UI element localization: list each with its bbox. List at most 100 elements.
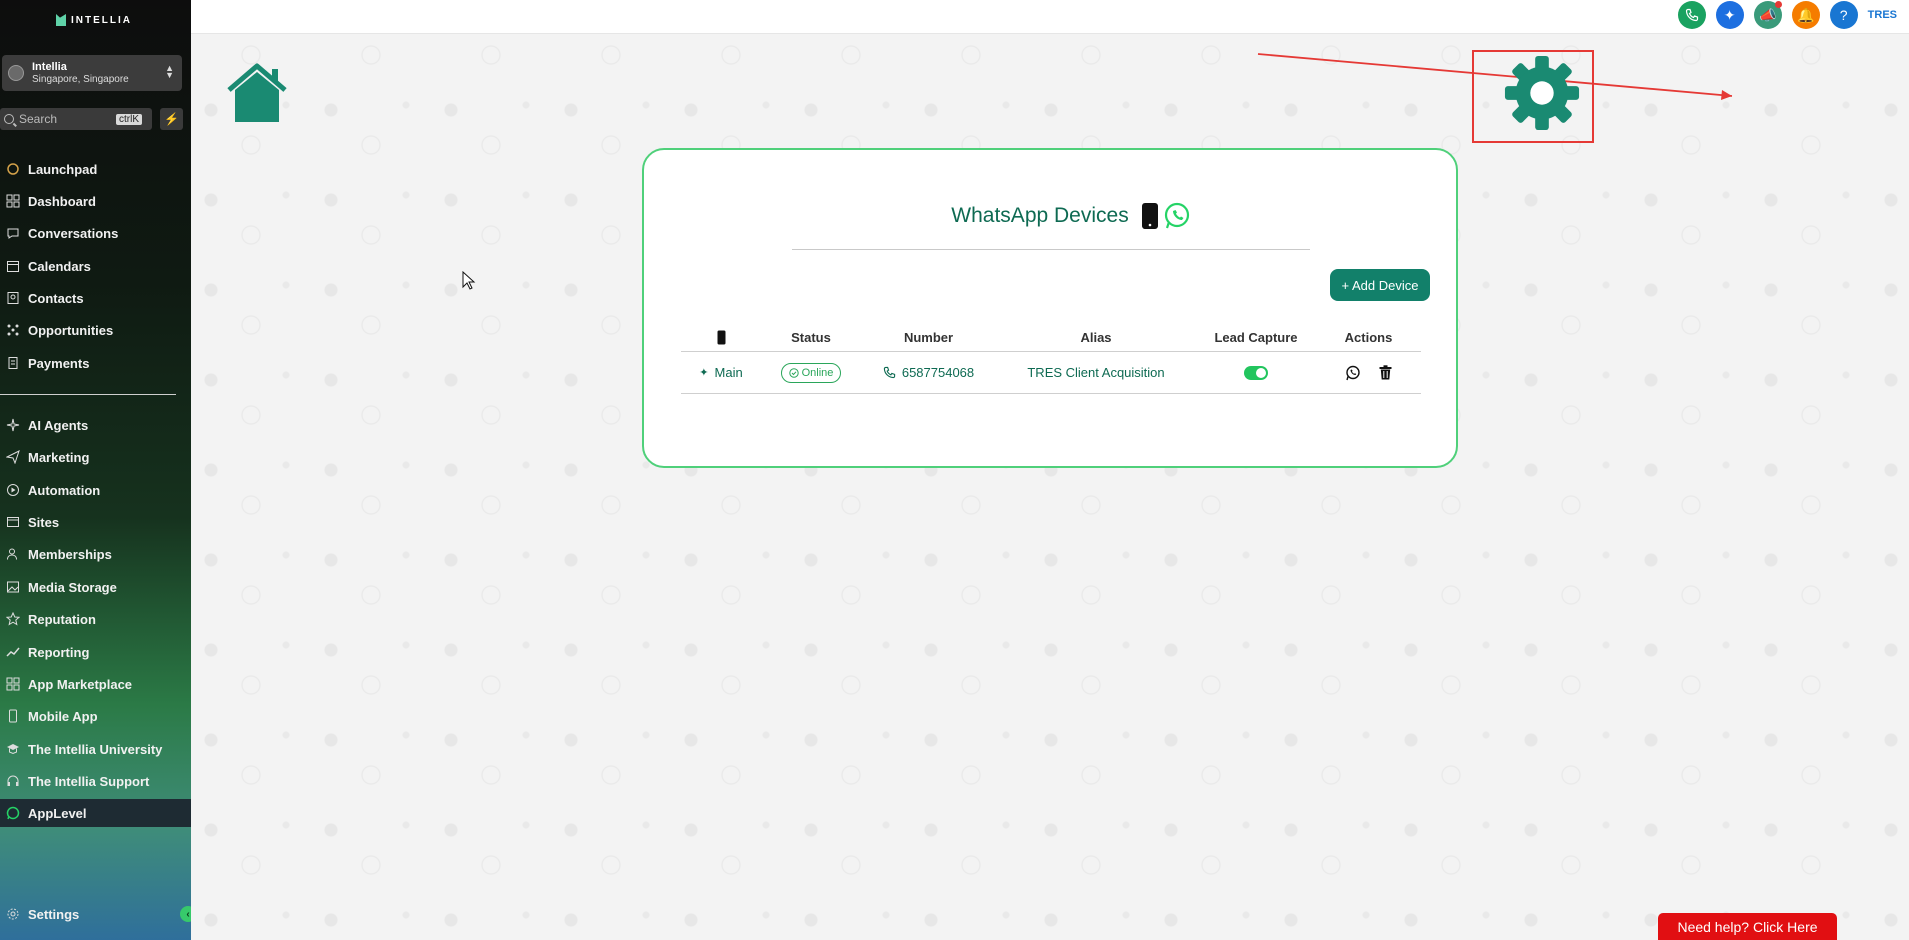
sidebar-item-reputation[interactable]: Reputation — [0, 605, 191, 633]
sidebar-item-settings[interactable]: Settings — [0, 900, 191, 928]
trend-icon — [6, 645, 20, 659]
chat-icon — [6, 226, 20, 240]
sidebar-item-mobile-app[interactable]: Mobile App — [0, 702, 191, 730]
phone-number: 6587754068 — [901, 365, 975, 380]
mobile-icon — [6, 709, 20, 723]
sidebar-item-ai-agents[interactable]: AI Agents — [0, 411, 191, 439]
sparkle-icon: ✦ — [699, 367, 709, 379]
alias-cell: TRES Client Acquisition — [1027, 365, 1165, 380]
sidebar: INTELLIA Intellia Singapore, Singapore ▲… — [0, 0, 196, 940]
actions-cell — [1316, 365, 1421, 381]
sidebar-item-label: Reputation — [28, 611, 96, 627]
sidebar-item-label: Media Storage — [28, 579, 117, 595]
brand-logo[interactable]: INTELLIA — [56, 14, 132, 26]
sidebar-item-automation[interactable]: Automation — [0, 476, 191, 504]
location-subtitle: Singapore, Singapore — [32, 73, 129, 85]
mouse-cursor-icon — [462, 271, 476, 290]
device-name-cell[interactable]: ✦ Main — [681, 365, 761, 380]
send-icon — [6, 450, 20, 464]
lead-capture-toggle[interactable] — [1244, 365, 1268, 380]
phone-icon — [883, 366, 896, 379]
whatsapp-icon — [6, 806, 20, 820]
help-button[interactable]: ? — [1829, 1, 1858, 29]
question-icon: ? — [1839, 7, 1848, 23]
sidebar-item-contacts[interactable]: Contacts — [0, 284, 191, 312]
sidebar-item-applevel[interactable]: AppLevel — [0, 799, 191, 827]
main-content: ✦ 📣 🔔 ? TRES WhatsApp Devices + Add Devi… — [191, 0, 1909, 940]
calendar-icon — [6, 259, 20, 273]
ai-button[interactable]: ✦ — [1715, 1, 1744, 29]
sidebar-item-conversations[interactable]: Conversations — [0, 219, 191, 247]
status-text: Online — [801, 366, 834, 379]
location-switcher[interactable]: Intellia Singapore, Singapore ▲ ▼ — [2, 55, 182, 91]
automation-icon — [6, 483, 20, 497]
contacts-icon — [6, 291, 20, 305]
table-row: ✦ Main Online 6587754068 TRES Client Acq… — [681, 352, 1421, 394]
column-actions: Actions — [1344, 330, 1393, 345]
sidebar-item-label: Automation — [28, 482, 101, 498]
chevron-updown-icon: ▲ ▼ — [165, 63, 174, 80]
location-name: Intellia — [32, 60, 67, 73]
globe-icon — [6, 515, 20, 529]
column-status: Status — [791, 330, 831, 345]
megaphone-icon: 📣 — [1758, 6, 1777, 23]
search-shortcut: ctrlK — [116, 113, 142, 125]
card-title: WhatsApp Devices — [951, 204, 1129, 227]
receipt-icon — [6, 356, 20, 370]
home-icon[interactable] — [225, 60, 289, 124]
rocket-icon — [6, 162, 20, 176]
search-input[interactable] — [19, 112, 114, 126]
card-header: WhatsApp Devices — [644, 202, 1460, 230]
gear-icon — [6, 907, 20, 921]
column-alias: Alias — [1080, 330, 1112, 345]
whatsapp-devices-card: WhatsApp Devices + Add Device Status Num… — [642, 148, 1458, 468]
sidebar-item-label: Opportunities — [28, 322, 114, 338]
sidebar-item-label: Mobile App — [28, 708, 98, 724]
sidebar-item-marketing[interactable]: Marketing — [0, 443, 191, 471]
graduation-cap-icon — [6, 742, 20, 756]
sidebar-item-opportunities[interactable]: Opportunities — [0, 316, 191, 344]
sidebar-item-dashboard[interactable]: Dashboard — [0, 187, 191, 215]
chevron-left-icon: ‹ — [186, 908, 190, 920]
trash-icon[interactable] — [1379, 365, 1392, 380]
title-icons — [1141, 202, 1191, 230]
column-device — [681, 330, 761, 345]
sidebar-item-label: Memberships — [28, 546, 112, 562]
sidebar-item-label: Sites — [28, 514, 60, 530]
sidebar-item-label: Launchpad — [28, 161, 98, 177]
sidebar-item-app-marketplace[interactable]: App Marketplace — [0, 670, 191, 698]
sidebar-item-launchpad[interactable]: Launchpad — [0, 155, 191, 183]
quick-action-button[interactable]: ⚡ — [160, 108, 183, 130]
add-device-button[interactable]: + Add Device — [1330, 269, 1430, 301]
sidebar-item-reporting[interactable]: Reporting — [0, 638, 191, 666]
sidebar-item-media-storage[interactable]: Media Storage — [0, 573, 191, 601]
search-box[interactable]: ctrlK — [0, 108, 152, 130]
apps-icon — [6, 677, 20, 691]
sidebar-item-sites[interactable]: Sites — [0, 508, 191, 536]
image-icon — [6, 580, 20, 594]
sidebar-item-label: App Marketplace — [28, 676, 133, 692]
grid-icon — [6, 194, 20, 208]
lightning-icon: ⚡ — [164, 112, 179, 126]
sidebar-item-calendars[interactable]: Calendars — [0, 252, 191, 280]
location-avatar — [8, 65, 24, 81]
device-name: Main — [714, 365, 743, 380]
opportunities-icon — [6, 323, 20, 337]
announcements-button[interactable]: 📣 — [1753, 1, 1782, 29]
sparkle-icon — [6, 418, 20, 432]
sidebar-item-memberships[interactable]: Memberships — [0, 540, 191, 568]
sidebar-item-label: Calendars — [28, 258, 91, 274]
sidebar-item-university[interactable]: The Intellia University — [0, 735, 191, 763]
sidebar-item-payments[interactable]: Payments — [0, 349, 191, 377]
need-help-button[interactable]: Need help? Click Here — [1658, 913, 1837, 940]
devices-table: Status Number Alias Lead Capture Actions… — [681, 324, 1421, 394]
sidebar-item-support[interactable]: The Intellia Support — [0, 767, 191, 795]
status-badge: Online — [780, 362, 842, 383]
star-icon — [6, 612, 20, 626]
notifications-button[interactable]: 🔔 — [1791, 1, 1820, 29]
whatsapp-icon — [1164, 202, 1189, 229]
phone-button[interactable] — [1677, 1, 1706, 29]
settings-gear-icon[interactable] — [1503, 54, 1581, 132]
whatsapp-icon[interactable] — [1345, 365, 1361, 381]
user-menu[interactable]: TRES — [1868, 9, 1897, 21]
